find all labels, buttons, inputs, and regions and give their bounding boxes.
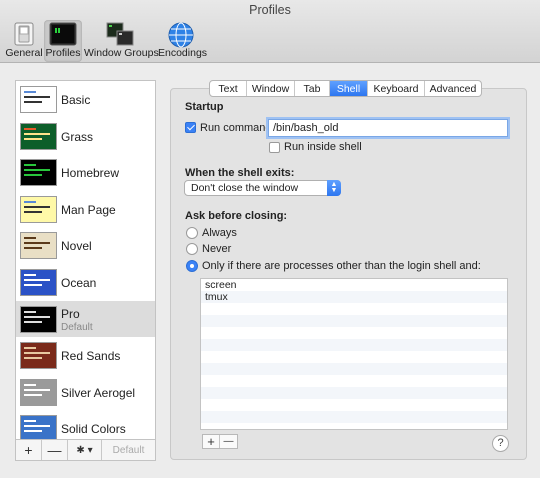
terminal-profile-icon — [49, 22, 77, 46]
profile-thumbnail-icon — [20, 342, 57, 370]
shell-exit-heading: When the shell exits: — [185, 167, 295, 179]
profile-item[interactable]: Homebrew — [16, 154, 155, 191]
process-list-empty-row — [201, 351, 507, 363]
profile-thumbnail-icon — [20, 269, 57, 296]
profile-item[interactable]: Ocean — [16, 264, 155, 301]
profile-item[interactable]: Basic — [16, 81, 155, 118]
process-list-empty-row — [201, 375, 507, 387]
process-list-empty-row — [201, 423, 507, 429]
profile-list[interactable]: Basic Grass Homebrew Man Page Novel Ocean Pro D… — [15, 80, 156, 440]
remove-process-button[interactable]: — — [220, 435, 237, 448]
toolbar-encodings-label: Encodings — [158, 47, 208, 59]
profile-thumbnail-icon — [20, 195, 57, 223]
profile-thumbnail-icon — [20, 415, 57, 439]
run-command-label: Run command: — [200, 122, 275, 134]
help-button[interactable]: ? — [492, 435, 509, 452]
profile-default-tag: Default — [61, 321, 93, 333]
radio-only-if-processes-label: Only if there are processes other than t… — [202, 260, 481, 272]
add-process-button[interactable]: + — [203, 434, 220, 449]
profile-item[interactable]: Solid Colors — [16, 410, 155, 439]
profile-thumbnail-icon — [20, 232, 57, 260]
window-toolbar: Profiles General Profiles Window Groups — [0, 0, 540, 63]
profile-name: Homebrew — [61, 166, 120, 181]
profile-item[interactable]: Red Sands — [16, 337, 155, 374]
settings-tabs: Text Window Tab Shell Keyboard Advanced — [209, 80, 482, 97]
tab-shell[interactable]: Shell — [330, 81, 368, 96]
tab-keyboard[interactable]: Keyboard — [368, 81, 425, 96]
window-groups-icon — [106, 22, 134, 46]
process-list-empty-row — [201, 399, 507, 411]
process-list-row[interactable]: tmux — [201, 291, 507, 303]
profile-name: Novel — [61, 239, 92, 254]
profile-item[interactable]: Pro Default — [16, 300, 155, 338]
toolbar-profiles-label: Profiles — [45, 47, 81, 59]
profile-name: Silver Aerogel — [61, 385, 136, 400]
profile-actions-gear-button[interactable]: ✱ ▾ — [68, 440, 102, 460]
run-inside-shell-checkbox[interactable] — [269, 142, 280, 153]
profile-item[interactable]: Silver Aerogel — [16, 374, 155, 411]
default-profile-button[interactable]: Default — [102, 440, 155, 460]
profile-name: Red Sands — [61, 349, 121, 364]
profile-item[interactable]: Man Page — [16, 191, 155, 228]
profile-name: Ocean — [61, 276, 97, 290]
toolbar-window-groups-button[interactable]: Window Groups — [84, 20, 159, 62]
profile-thumbnail-icon — [20, 122, 57, 150]
process-list-empty-row — [201, 303, 507, 315]
ask-before-closing-heading: Ask before closing: — [185, 210, 288, 222]
tab-window[interactable]: Window — [247, 81, 295, 96]
process-list-controls: + — — [202, 434, 238, 449]
process-list[interactable]: screen tmux — [200, 278, 508, 430]
profile-list-controls: + — ✱ ▾ Default — [15, 440, 156, 461]
process-list-empty-row — [201, 411, 507, 423]
radio-only-if-processes[interactable] — [186, 260, 198, 272]
globe-icon — [168, 22, 194, 48]
tab-tab[interactable]: Tab — [295, 81, 330, 96]
process-list-empty-row — [201, 327, 507, 339]
profile-item[interactable]: Grass — [16, 118, 155, 155]
add-profile-button[interactable]: + — [16, 440, 42, 460]
radio-always[interactable] — [186, 227, 198, 239]
profile-thumbnail-icon — [20, 378, 57, 406]
profile-thumbnail-icon — [20, 305, 57, 333]
profile-name: Man Page — [61, 202, 116, 217]
profile-item[interactable]: Novel — [16, 227, 155, 264]
popup-chevron-icon: ▲ ▼ — [327, 180, 341, 196]
remove-profile-button[interactable]: — — [42, 440, 68, 460]
window-title: Profiles — [249, 3, 291, 17]
process-list-empty-row — [201, 387, 507, 399]
toolbar-profiles-button[interactable]: Profiles — [44, 20, 82, 62]
profile-thumbnail-icon — [20, 159, 57, 187]
radio-never-label: Never — [202, 243, 232, 255]
tab-advanced[interactable]: Advanced — [425, 81, 481, 96]
profile-thumbnail-icon — [20, 86, 57, 113]
profile-name: Basic — [61, 93, 91, 107]
toolbar-general-button[interactable]: General — [4, 20, 44, 62]
shell-exit-selected-value: Don't close the window — [191, 182, 299, 194]
toolbar-encodings-button[interactable]: Encodings — [158, 20, 208, 62]
tab-text[interactable]: Text — [210, 81, 247, 96]
process-list-empty-row — [201, 315, 507, 327]
general-switch-icon — [14, 22, 34, 46]
process-list-row[interactable]: screen — [201, 279, 507, 291]
profile-name: Solid Colors — [61, 422, 126, 437]
shell-exit-popup[interactable]: Don't close the window ▲ ▼ — [184, 180, 341, 196]
profile-name: Grass — [61, 129, 94, 144]
startup-heading: Startup — [185, 101, 224, 113]
run-command-checkbox[interactable] — [185, 122, 196, 133]
radio-always-label: Always — [202, 227, 237, 239]
run-inside-shell-label: Run inside shell — [284, 141, 362, 153]
radio-never[interactable] — [186, 243, 198, 255]
process-list-empty-row — [201, 363, 507, 375]
run-command-field[interactable] — [268, 119, 508, 137]
toolbar-general-label: General — [5, 47, 43, 59]
profile-name: Pro — [61, 306, 80, 321]
toolbar-window-groups-label: Window Groups — [84, 47, 159, 59]
process-list-empty-row — [201, 339, 507, 351]
